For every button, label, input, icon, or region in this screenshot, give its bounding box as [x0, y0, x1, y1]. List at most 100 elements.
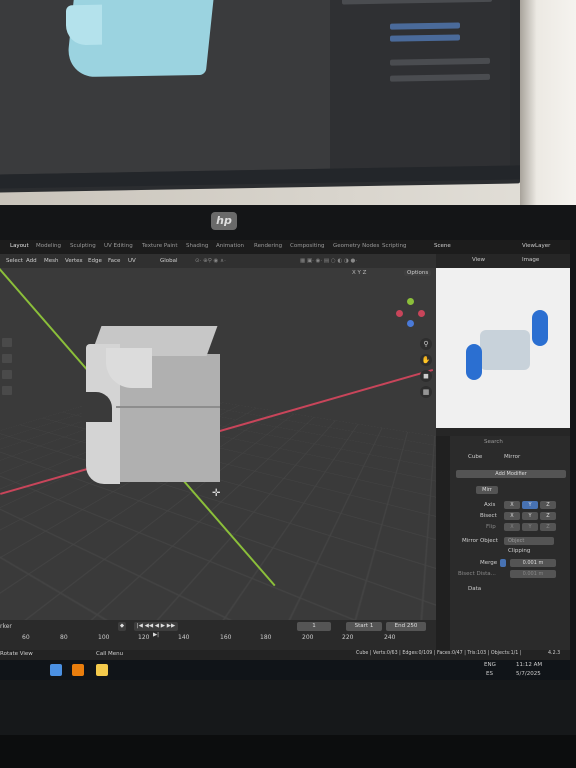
status-rotate-view: Rotate View — [0, 651, 33, 657]
language-indicator[interactable]: ENG — [484, 662, 496, 668]
camera-icon[interactable]: ◼ — [420, 370, 432, 382]
overlay-icons[interactable]: ▦ ▣· ◉· ▤ ○ ◐ ◑ ●· — [300, 258, 357, 264]
clipping-checkbox[interactable]: Clipping — [508, 548, 530, 554]
properties-editor[interactable]: Search Cube Mirror Add Modifier Mirr Axi… — [436, 436, 570, 650]
tab-texture-paint[interactable]: Texture Paint — [142, 243, 178, 249]
playback-controls[interactable]: |◀ ◀◀ ◀ ▶ ▶▶ ▶| — [134, 622, 178, 638]
transform-orientation[interactable]: Global — [160, 258, 178, 264]
viewport-header: Select Add Mesh Vertex Edge Face UV Glob… — [0, 254, 436, 268]
hand-icon[interactable]: ✋ — [420, 354, 432, 366]
add-modifier-button[interactable]: Add Modifier — [456, 470, 566, 478]
scene-statistics: Cube | Verts:0/63 | Edges:0/109 | Faces:… — [356, 651, 522, 656]
3d-viewport[interactable]: X Y Z Options ✛ ⚲ ✋ ◼ ▦ — [0, 268, 436, 620]
windows-start-icon[interactable] — [50, 664, 62, 676]
cube-mesh[interactable] — [82, 326, 222, 486]
tab-modeling[interactable]: Modeling — [36, 243, 61, 249]
start-frame[interactable]: Start 1 — [346, 622, 382, 631]
navigation-gizmo[interactable] — [396, 298, 426, 328]
reference-character-arm — [466, 344, 482, 380]
axis-x-toggle[interactable]: X — [504, 501, 520, 509]
tool-move-icon[interactable] — [2, 354, 12, 363]
timeline[interactable]: rker ◆ |◀ ◀◀ ◀ ▶ ▶▶ ▶| 1 Start 1 End 250… — [0, 620, 436, 650]
end-label: End — [394, 623, 406, 629]
tab-geometry-nodes[interactable]: Geometry Nodes — [333, 243, 379, 249]
tab-uv-editing[interactable]: UV Editing — [104, 243, 133, 249]
gizmo-z[interactable] — [407, 320, 414, 327]
axis-y-toggle[interactable]: Y — [522, 501, 538, 509]
tab-compositing[interactable]: Compositing — [290, 243, 324, 249]
start-value: 1 — [369, 623, 374, 629]
frame-tick: 160 — [220, 634, 232, 641]
menu-add[interactable]: Add — [26, 258, 37, 264]
bisect-x-toggle[interactable]: X — [504, 512, 520, 520]
reference-character-arm — [532, 310, 548, 346]
status-bar: Rotate View Call Menu Cube | Verts:0/63 … — [0, 650, 570, 660]
blender-screen: Layout Modeling Sculpting UV Editing Tex… — [0, 240, 570, 680]
bisect-y-toggle[interactable]: Y — [522, 512, 538, 520]
tab-scripting[interactable]: Scripting — [382, 243, 406, 249]
hp-logo: hp — [211, 212, 237, 230]
mirror-object-label: Mirror Object — [462, 538, 498, 544]
axis-label: Axis — [484, 502, 496, 508]
tab-shading[interactable]: Shading — [186, 243, 208, 249]
modifier-name-field[interactable]: Mirr — [476, 486, 498, 494]
bisect-distance-field[interactable]: 0.001 m — [510, 570, 556, 578]
marker-menu[interactable]: rker — [0, 623, 12, 630]
mirror-axis-buttons[interactable]: X Y Z — [352, 270, 366, 276]
file-explorer-icon[interactable] — [96, 664, 108, 676]
background-monitor — [0, 0, 520, 193]
tool-select-icon[interactable] — [2, 338, 12, 347]
photo: hp Layout Modeling Sculpting UV Editing … — [0, 0, 576, 768]
menu-face[interactable]: Face — [108, 258, 120, 264]
status-call-menu: Call Menu — [96, 651, 124, 657]
flip-y-toggle[interactable]: Y — [522, 523, 538, 531]
windows-taskbar: ENG ES 11:12 AM 5/7/2025 — [0, 660, 570, 680]
tool-scale-icon[interactable] — [2, 386, 12, 395]
frame-tick: 240 — [384, 634, 396, 641]
menu-edge[interactable]: Edge — [88, 258, 102, 264]
clock-time[interactable]: 11:12 AM — [516, 662, 542, 668]
tab-animation[interactable]: Animation — [216, 243, 244, 249]
properties-search[interactable]: Search — [484, 439, 503, 445]
gizmo-x[interactable] — [396, 310, 403, 317]
gizmo-neg-x[interactable] — [418, 310, 425, 317]
menu-uv[interactable]: UV — [128, 258, 136, 264]
scene-selector[interactable]: Scene — [434, 243, 451, 249]
properties-tabs — [436, 436, 450, 650]
merge-checkbox[interactable] — [500, 559, 506, 567]
current-frame[interactable]: 1 — [297, 622, 331, 631]
gizmo-y[interactable] — [407, 298, 414, 305]
options-dropdown[interactable]: Options — [404, 270, 432, 276]
flip-x-toggle[interactable]: X — [504, 523, 520, 531]
tab-sculpting[interactable]: Sculpting — [70, 243, 96, 249]
menu-vertex[interactable]: Vertex — [65, 258, 83, 264]
tool-rotate-icon[interactable] — [2, 370, 12, 379]
clock-date[interactable]: 5/7/2025 — [516, 671, 541, 677]
image-view-menu[interactable]: View — [472, 257, 485, 263]
tab-rendering[interactable]: Rendering — [254, 243, 282, 249]
end-frame[interactable]: End 250 — [386, 622, 426, 631]
blender-taskbar-icon[interactable] — [72, 664, 84, 676]
merge-distance-field[interactable]: 0.001 m — [510, 559, 556, 567]
view-layer-selector[interactable]: ViewLayer — [522, 243, 550, 249]
menu-select[interactable]: Select — [6, 258, 23, 264]
menu-mesh[interactable]: Mesh — [44, 258, 58, 264]
zoom-icon[interactable]: ⚲ — [420, 338, 432, 350]
image-image-menu[interactable]: Image — [522, 257, 539, 263]
bisect-z-toggle[interactable]: Z — [540, 512, 556, 520]
mirror-object-field[interactable]: Object — [504, 537, 554, 545]
region-indicator[interactable]: ES — [486, 671, 493, 677]
snap-icons[interactable]: ⊙· ⊕⚲ ◉ ∧· — [195, 258, 226, 264]
blender-version: 4.2.3 — [548, 651, 561, 656]
monitor-stand-area — [0, 735, 576, 768]
axis-z-toggle[interactable]: Z — [540, 501, 556, 509]
flip-label: Flip — [486, 524, 496, 530]
grid-icon[interactable]: ▦ — [420, 386, 432, 398]
background-row — [390, 34, 460, 42]
end-value: 250 — [406, 623, 418, 629]
cube-notch — [82, 392, 112, 422]
tab-layout[interactable]: Layout — [10, 243, 29, 249]
data-subpanel[interactable]: Data — [468, 586, 481, 592]
flip-z-toggle[interactable]: Z — [540, 523, 556, 531]
keyframe-icon[interactable]: ◆ — [118, 622, 126, 631]
